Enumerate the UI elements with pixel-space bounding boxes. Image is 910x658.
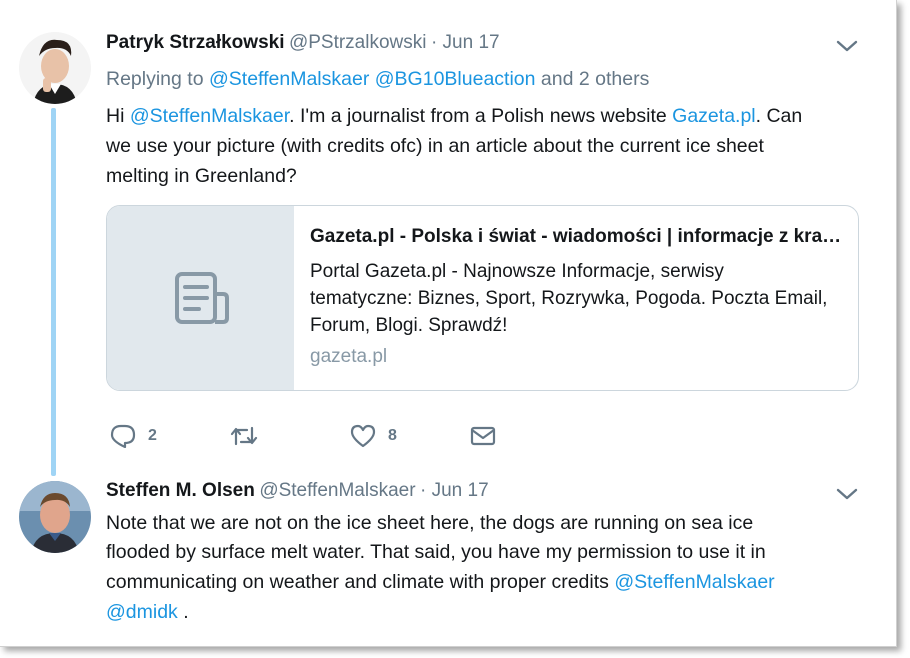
author-name[interactable]: Steffen M. Olsen (106, 480, 255, 501)
tweet1-text-line1: Hi @SteffenMalskaer. I'm a journalist fr… (106, 101, 802, 131)
retweet-icon (230, 426, 258, 446)
text-segment: Hi (106, 105, 130, 127)
chevron-down-icon[interactable] (836, 39, 858, 53)
mention-link[interactable]: @SteffenMalskaer (130, 105, 289, 127)
card-media (107, 206, 294, 390)
author-handle[interactable]: @PStrzalkowski (289, 32, 427, 53)
author-name[interactable]: Patryk Strzałkowski (106, 32, 284, 53)
tweet-date[interactable]: · Jun 17 (431, 32, 500, 53)
chevron-down-icon[interactable] (836, 487, 858, 501)
message-action[interactable] (470, 424, 496, 448)
tweet2-text-line3: communicating on weather and climate wit… (106, 567, 775, 597)
avatar-patryk[interactable] (19, 32, 91, 104)
link-preview-card[interactable]: Gazeta.pl - Polska i świat - wiadomości … (106, 205, 859, 391)
heart-icon (350, 424, 376, 448)
url-link[interactable]: Gazeta.pl (672, 105, 755, 127)
tweet2-text-line1: Note that we are not on the ice sheet he… (106, 512, 754, 534)
like-count: 8 (388, 427, 397, 444)
reply-action[interactable]: 2 (110, 424, 157, 448)
reply-count: 2 (148, 427, 157, 444)
tweet-thread-frame: Patryk Strzałkowski @PStrzalkowski · Jun… (0, 0, 897, 647)
card-domain: gazeta.pl (310, 346, 388, 367)
document-icon (175, 272, 229, 324)
tweet1-text-line2: we use your picture (with credits ofc) i… (106, 135, 764, 157)
envelope-icon (470, 426, 496, 446)
replying-to: Replying to @SteffenMalskaer @BG10Blueac… (106, 64, 649, 94)
avatar-steffen[interactable] (19, 481, 91, 553)
replying-to-label: Replying to (106, 68, 204, 90)
card-title: Gazeta.pl - Polska i świat - wiadomości … (310, 226, 845, 247)
tweet1-header: Patryk Strzałkowski @PStrzalkowski · Jun… (106, 32, 500, 54)
mention-link[interactable]: @BG10Blueaction (375, 68, 536, 90)
mention-link[interactable]: @SteffenMalskaer (614, 571, 774, 593)
text-segment: . I'm a journalist from a Polish news we… (289, 105, 673, 127)
text-segment: . (177, 601, 189, 623)
tweet2-text-line4: @dmidk . (106, 597, 189, 627)
card-description: Portal Gazeta.pl - Najnowsze Informacje,… (310, 261, 828, 336)
author-handle[interactable]: @SteffenMalskaer (259, 480, 415, 501)
reply-icon (110, 424, 136, 448)
retweet-action[interactable] (230, 424, 270, 448)
like-action[interactable]: 8 (350, 424, 397, 448)
thread-connector-line (51, 108, 56, 476)
others-link[interactable]: and 2 others (541, 68, 649, 90)
tweet1-text-line3: melting in Greenland? (106, 165, 297, 187)
text-segment: communicating on weather and climate wit… (106, 571, 615, 593)
mention-link[interactable]: @dmidk (106, 601, 178, 623)
mention-link[interactable]: @SteffenMalskaer (209, 68, 369, 90)
tweet-date[interactable]: · Jun 17 (420, 480, 489, 501)
tweet2-header: Steffen M. Olsen @SteffenMalskaer · Jun … (106, 480, 489, 502)
tweet2-text-line2: flooded by surface melt water. That said… (106, 541, 766, 563)
text-segment: . Can (755, 105, 803, 127)
